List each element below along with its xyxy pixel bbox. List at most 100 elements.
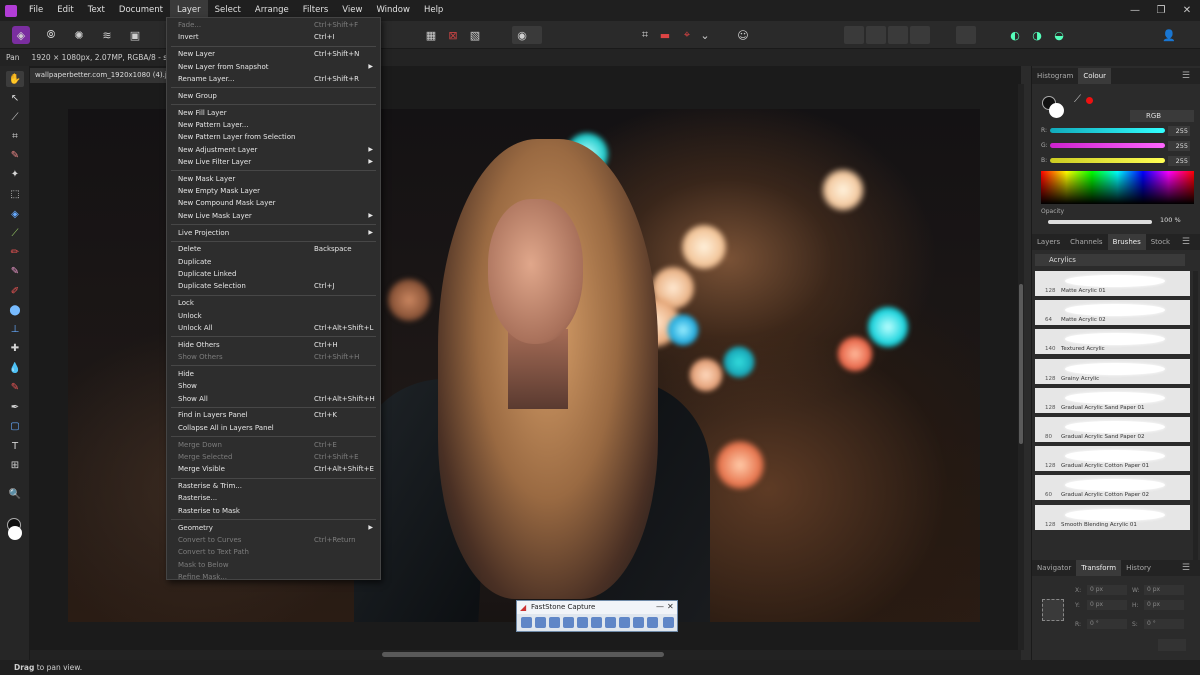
assistant-dropdown-icon[interactable]: ⌄: [696, 26, 714, 44]
capture-freehand-icon[interactable]: [577, 617, 588, 628]
arrange-button-2[interactable]: [866, 26, 886, 44]
brush-item[interactable]: 80 Gradual Acrylic Sand Paper 02: [1035, 417, 1190, 444]
g-slider[interactable]: [1050, 143, 1165, 148]
zoom-tool-icon[interactable]: 🔍: [6, 486, 24, 502]
tab-transform[interactable]: Transform: [1076, 560, 1122, 576]
primary-color-swatch[interactable]: [8, 526, 22, 540]
open-file-icon[interactable]: [521, 617, 532, 628]
g-value[interactable]: 255: [1168, 141, 1190, 151]
flood-select-tool-icon[interactable]: ✦: [6, 166, 24, 182]
brush-item[interactable]: 140 Textured Acrylic: [1035, 329, 1190, 357]
brush-item[interactable]: 64 Matte Acrylic 02: [1035, 300, 1190, 328]
anchor-selector[interactable]: [1042, 599, 1064, 621]
boolean-subtract-icon[interactable]: ◑: [1028, 26, 1046, 44]
menu-item-invert[interactable]: Invert Ctrl+I: [167, 31, 380, 43]
dodge-tool-icon[interactable]: ✎: [6, 263, 24, 279]
brush-list-scrollbar[interactable]: [1193, 271, 1198, 561]
panel-menu-icon[interactable]: ☰: [1177, 560, 1195, 576]
transform-options-button[interactable]: [1158, 639, 1186, 651]
crop-tool-icon[interactable]: ⌗: [6, 128, 24, 144]
x-field[interactable]: 0 px: [1087, 585, 1127, 595]
menu-item-new-pattern-layer-from-selection[interactable]: New Pattern Layer from Selection: [167, 131, 380, 143]
menu-item-rasterise-trim[interactable]: Rasterise & Trim...: [167, 480, 380, 492]
tab-colour[interactable]: Colour: [1078, 68, 1112, 84]
brush-item[interactable]: 128 Smooth Blending Acrylic 01: [1035, 504, 1190, 532]
gradient-tool-icon[interactable]: ⟋: [6, 225, 24, 241]
capture-window-icon[interactable]: [535, 617, 546, 628]
menu-item-new-empty-mask-layer[interactable]: New Empty Mask Layer: [167, 185, 380, 197]
h-field[interactable]: 0 px: [1144, 600, 1184, 610]
primary-colour-swatch[interactable]: [1049, 103, 1064, 118]
menu-item-show[interactable]: Show: [167, 380, 380, 392]
red-eye-tool-icon[interactable]: ✎: [6, 379, 24, 395]
menu-item-find-in-layers-panel[interactable]: Find in Layers Panel Ctrl+K: [167, 409, 380, 421]
opacity-value[interactable]: 100 %: [1160, 216, 1181, 224]
menu-item-duplicate[interactable]: Duplicate: [167, 256, 380, 268]
menu-item-unlock[interactable]: Unlock: [167, 310, 380, 322]
screen-recorder-icon[interactable]: [619, 617, 630, 628]
flood-fill-tool-icon[interactable]: ◈: [6, 206, 24, 222]
document-tab[interactable]: wallpaperbetter.com_1920x1080 (4).jpg (7…: [30, 68, 180, 83]
rotation-field[interactable]: 0 °: [1087, 619, 1127, 629]
tab-layers[interactable]: Layers: [1032, 234, 1065, 250]
brush-item[interactable]: 60 Gradual Acrylic Cotton Paper 02: [1035, 475, 1190, 503]
smudge-tool-icon[interactable]: 💧: [6, 360, 24, 376]
vertical-scrollbar[interactable]: [1018, 84, 1024, 650]
marquee-tool-icon[interactable]: ⬚: [6, 186, 24, 202]
eyedropper-icon[interactable]: ⟋: [1074, 94, 1081, 105]
b-slider[interactable]: [1050, 158, 1165, 163]
w-field[interactable]: 0 px: [1144, 585, 1184, 595]
erase-brush-tool-icon[interactable]: ✐: [6, 283, 24, 299]
menu-item-lock[interactable]: Lock: [167, 297, 380, 309]
menu-item-rasterise-to-mask[interactable]: Rasterise to Mask: [167, 505, 380, 517]
healing-brush-tool-icon[interactable]: ✚: [6, 340, 24, 356]
tab-channels[interactable]: Channels: [1065, 234, 1107, 250]
crop-icon[interactable]: ⌗: [636, 26, 654, 44]
boolean-add-icon[interactable]: ◐: [1006, 26, 1024, 44]
deselect-icon[interactable]: ⊠: [444, 26, 462, 44]
clone-tool-icon[interactable]: ⊥: [6, 321, 24, 337]
capture-fullscreen-icon[interactable]: [591, 617, 602, 628]
menu-item-new-layer-from-snapshot[interactable]: New Layer from Snapshot ▶: [167, 61, 380, 73]
menu-item-live-projection[interactable]: Live Projection ▶: [167, 227, 380, 239]
color-picker-tool-icon[interactable]: ⟋: [6, 109, 24, 125]
capture-scrolling-icon[interactable]: [605, 617, 616, 628]
menu-item-new-live-filter-layer[interactable]: New Live Filter Layer ▶: [167, 156, 380, 168]
boolean-intersect-icon[interactable]: ◒: [1050, 26, 1068, 44]
menu-item-new-pattern-layer[interactable]: New Pattern Layer...: [167, 119, 380, 131]
y-field[interactable]: 0 px: [1087, 600, 1127, 610]
arrange-button-3[interactable]: [888, 26, 908, 44]
arrange-button-4[interactable]: [910, 26, 930, 44]
paint-brush-tool-icon[interactable]: ✏: [6, 244, 24, 260]
settings-icon[interactable]: [663, 617, 674, 628]
brush-item[interactable]: 128 Matte Acrylic 01: [1035, 271, 1190, 298]
opacity-slider[interactable]: [1048, 220, 1152, 224]
menu-item-new-mask-layer[interactable]: New Mask Layer: [167, 173, 380, 185]
menu-item-new-fill-layer[interactable]: New Fill Layer: [167, 107, 380, 119]
menu-document[interactable]: Document: [112, 0, 170, 21]
liquify-persona-icon[interactable]: ⦾: [42, 26, 60, 44]
develop-persona-icon[interactable]: ✺: [70, 26, 88, 44]
shape-tool-icon[interactable]: ▢: [6, 418, 24, 434]
menu-item-delete[interactable]: Delete Backspace: [167, 243, 380, 255]
tab-histogram[interactable]: Histogram: [1032, 68, 1078, 84]
text-tool-icon[interactable]: T: [6, 438, 24, 454]
brush-item[interactable]: 128 Gradual Acrylic Cotton Paper 01: [1035, 446, 1190, 474]
photo-persona-icon[interactable]: ◈: [12, 26, 30, 44]
tab-stock[interactable]: Stock: [1146, 234, 1175, 250]
menu-item-unlock-all[interactable]: Unlock All Ctrl+Alt+Shift+L: [167, 322, 380, 334]
menu-item-rasterise[interactable]: Rasterise...: [167, 492, 380, 504]
maximize-icon[interactable]: ❐: [1148, 0, 1174, 21]
menu-item-merge-visible[interactable]: Merge Visible Ctrl+Alt+Shift+E: [167, 463, 380, 475]
menu-item-new-compound-mask-layer[interactable]: New Compound Mask Layer: [167, 197, 380, 209]
panel-menu-icon[interactable]: ☰: [1177, 234, 1195, 250]
minimize-icon[interactable]: —: [656, 602, 664, 611]
tab-brushes[interactable]: Brushes: [1107, 234, 1146, 250]
menu-item-new-group[interactable]: New Group: [167, 90, 380, 102]
b-value[interactable]: 255: [1168, 156, 1190, 166]
assistant-icon[interactable]: ⌖: [678, 26, 696, 44]
close-icon[interactable]: ✕: [1174, 0, 1200, 21]
brush-item[interactable]: 128 Gradual Acrylic Sand Paper 01: [1035, 387, 1190, 415]
capture-rectangle-icon[interactable]: [563, 617, 574, 628]
brush-category-select[interactable]: Acrylics: [1035, 254, 1185, 266]
